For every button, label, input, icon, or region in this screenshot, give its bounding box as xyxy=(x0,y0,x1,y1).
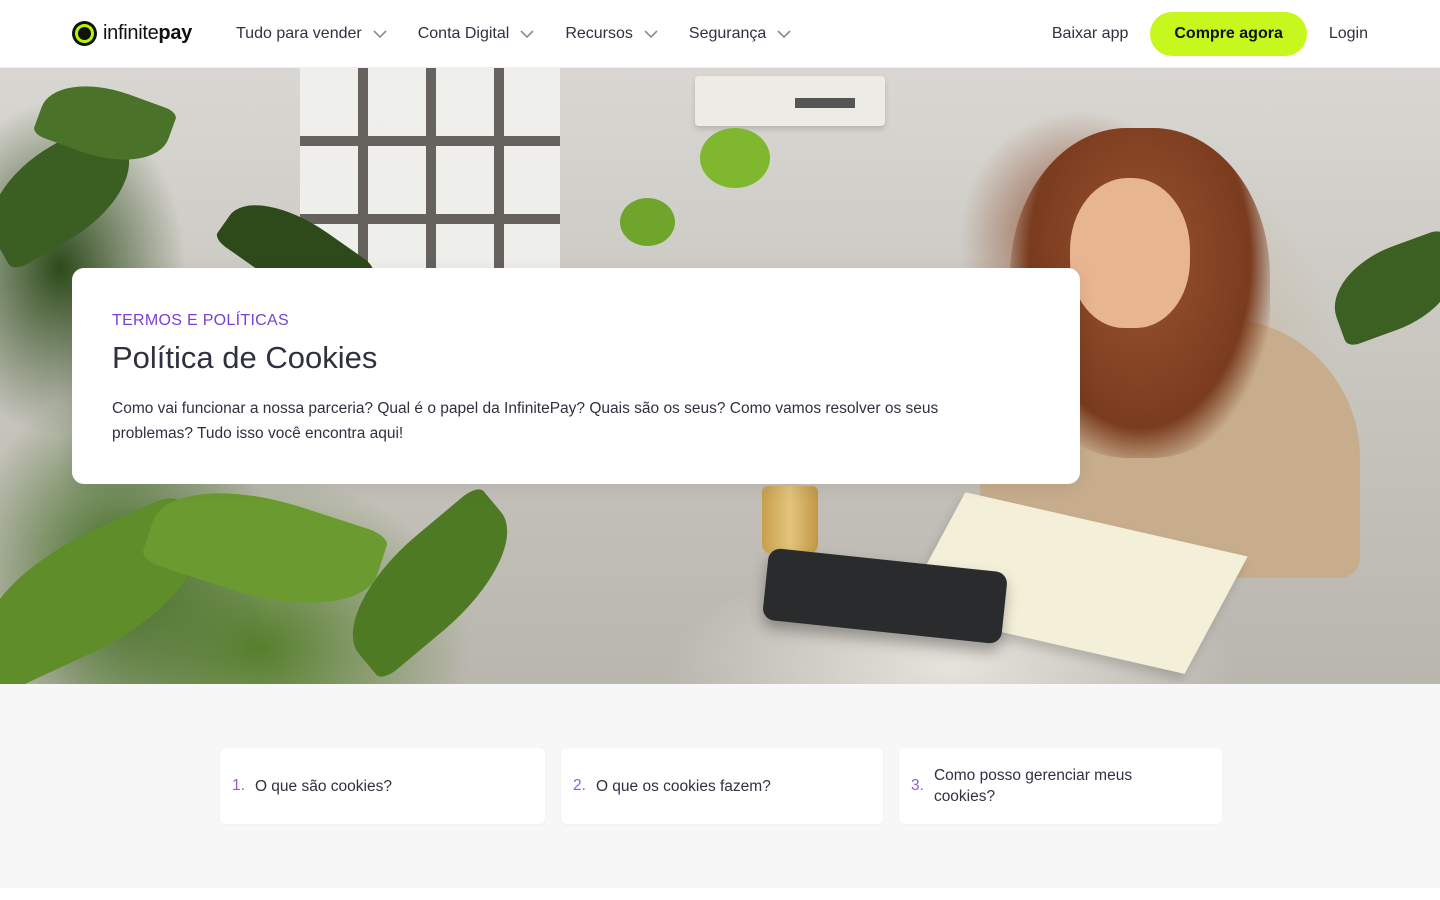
toc-item-manage-cookies[interactable]: 3. Como posso gerenciar meus cookies? xyxy=(899,748,1222,824)
nav-item-tudo-para-vender[interactable]: Tudo para vender xyxy=(236,25,388,43)
chevron-down-icon xyxy=(644,29,658,38)
download-app-link[interactable]: Baixar app xyxy=(1052,25,1129,43)
hero-eyebrow: TERMOS E POLÍTICAS xyxy=(112,312,289,329)
nav-item-conta-digital[interactable]: Conta Digital xyxy=(418,25,536,43)
hero-photo-air-conditioner xyxy=(695,76,885,126)
page-bottom-band xyxy=(0,888,1440,900)
login-link[interactable]: Login xyxy=(1329,25,1368,43)
chevron-down-icon xyxy=(373,29,387,38)
nav-item-seguranca[interactable]: Segurança xyxy=(689,25,792,43)
toc-item-number: 1. xyxy=(232,777,245,794)
hero-photo-leaf xyxy=(620,198,675,246)
logo-text-light: infinite xyxy=(103,22,159,44)
header-actions: Baixar app Compre agora Login xyxy=(1052,11,1368,56)
hero-photo-leaf xyxy=(1320,228,1440,348)
hero-description: Como vai funcionar a nossa parceria? Qua… xyxy=(112,400,939,442)
infinitepay-logo[interactable]: infinitepay xyxy=(72,21,192,46)
infinitepay-logo-icon xyxy=(72,21,97,46)
nav-item-label: Segurança xyxy=(688,24,767,42)
nav-item-recursos[interactable]: Recursos xyxy=(565,25,659,43)
chevron-down-icon xyxy=(520,29,534,38)
toc-item-label: O que são cookies? xyxy=(254,777,392,795)
buy-now-button[interactable]: Compre agora xyxy=(1150,11,1307,56)
toc-item-what-cookies-do[interactable]: 2. O que os cookies fazem? xyxy=(561,748,883,824)
hero-photo-leaf xyxy=(140,464,390,632)
chevron-down-icon xyxy=(777,29,791,38)
nav-item-label: Tudo para vender xyxy=(236,24,362,42)
toc-list: 1. O que são cookies? 2. O que os cookie… xyxy=(220,748,1222,824)
page-title: Política de Cookies xyxy=(112,340,378,375)
hero-photo-leaf xyxy=(700,128,770,188)
toc-item-label: Como posso gerenciar meus cookies? xyxy=(933,767,1133,805)
toc-item-label: O que os cookies fazem? xyxy=(595,777,771,795)
hero-photo-cup xyxy=(762,486,818,554)
site-header: infinitepay Tudo para vender Conta Digit… xyxy=(0,0,1440,68)
logo-text: infinitepay xyxy=(103,22,192,45)
hero-card: TERMOS E POLÍTICAS Política de Cookies C… xyxy=(72,268,1080,484)
toc-item-number: 3. xyxy=(911,777,924,794)
toc-item-number: 2. xyxy=(573,777,586,794)
nav-item-label: Conta Digital xyxy=(417,24,510,42)
nav-item-label: Recursos xyxy=(565,24,633,42)
table-of-contents: 1. O que são cookies? 2. O que os cookie… xyxy=(0,684,1440,888)
toc-item-what-are-cookies[interactable]: 1. O que são cookies? xyxy=(220,748,545,824)
main-nav: Tudo para vender Conta Digital Recursos … xyxy=(236,25,792,43)
logo-text-bold: pay xyxy=(158,22,192,44)
hero-photo-person-face xyxy=(1070,178,1190,328)
